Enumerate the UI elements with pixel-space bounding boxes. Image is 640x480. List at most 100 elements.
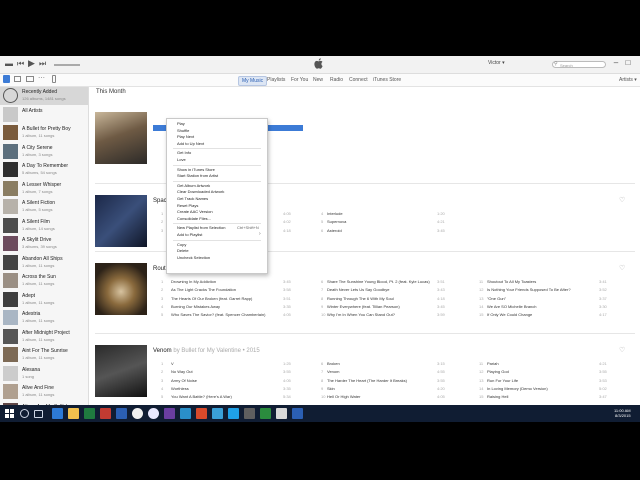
excel-icon[interactable]: [84, 408, 95, 419]
app-icon[interactable]: [164, 408, 175, 419]
volume-slider[interactable]: [54, 64, 80, 66]
menu-item-start-station[interactable]: Start Station from Artist: [177, 173, 218, 178]
album-art[interactable]: [95, 112, 147, 164]
sidebar-artist-item[interactable]: All Artists: [0, 106, 88, 124]
sidebar-item-recently-added[interactable]: Recently Added 126 albums, 1481 songs: [0, 87, 88, 105]
menu-item-play[interactable]: Play: [177, 121, 185, 126]
movies-icon[interactable]: [14, 76, 21, 82]
album-art[interactable]: [95, 263, 147, 315]
sidebar-artist-item[interactable]: Aint For The Sunrise 1 album, 11 songs: [0, 346, 88, 364]
track-row[interactable]: No Way Out: [171, 369, 193, 374]
track-row[interactable]: Run For Your Life: [487, 378, 518, 383]
windows-start-icon[interactable]: [5, 409, 14, 418]
track-row[interactable]: We Are SO Michelle Branch: [487, 304, 537, 309]
menu-item-show-in-itunes-store[interactable]: Show in iTunes Store: [177, 167, 215, 172]
menu-item-get-track-names[interactable]: Get Track Names: [177, 196, 208, 201]
track-row[interactable]: Why I'm In When You Can Stand Out?: [327, 312, 395, 317]
love-heart-icon[interactable]: ♡: [619, 196, 625, 204]
menu-item-create-aac-version[interactable]: Create AAC Version: [177, 209, 213, 214]
menu-item-consolidate-files[interactable]: Consolidate Files...: [177, 216, 211, 221]
track-row[interactable]: Hell Or High Water: [327, 394, 360, 399]
sidebar-artist-item[interactable]: A Silent Film 1 album, 14 songs: [0, 217, 88, 235]
menu-item-add-to-up-next[interactable]: Add to Up Next: [177, 141, 204, 146]
sidebar-artist-item[interactable]: A Silent Fiction 1 album, 5 songs: [0, 198, 88, 216]
menu-item-new-playlist-from-selection[interactable]: New Playlist from Selection: [177, 225, 225, 230]
app-icon[interactable]: [212, 408, 223, 419]
tab-radio[interactable]: Radio: [327, 76, 346, 84]
minimize-button[interactable]: –: [610, 58, 622, 67]
chrome-icon[interactable]: [132, 408, 143, 419]
tab-connect[interactable]: Connect: [346, 76, 371, 84]
menu-item-reset-plays[interactable]: Reset Plays: [177, 203, 198, 208]
track-row[interactable]: Raising Hell: [487, 394, 508, 399]
track-row[interactable]: Who Saves The Savior? (feat. Spencer Cha…: [171, 312, 265, 317]
track-row[interactable]: Burning Our Mistakes Away: [171, 304, 220, 309]
track-row[interactable]: Pariah: [487, 361, 499, 366]
menu-item-love[interactable]: Love: [177, 157, 186, 162]
track-row[interactable]: Death Never Lets Us Say Goodbye: [327, 287, 389, 292]
app-icon[interactable]: [292, 408, 303, 419]
love-heart-icon[interactable]: ♡: [619, 264, 625, 272]
menu-item-clear-downloaded-artwork[interactable]: Clear Downloaded Artwork: [177, 189, 224, 194]
track-row[interactable]: Venom: [327, 369, 339, 374]
app-icon[interactable]: [196, 408, 207, 419]
sidebar-artist-item[interactable]: A City Serene 1 album, 3 songs: [0, 143, 88, 161]
menu-item-delete[interactable]: Delete: [177, 248, 189, 253]
sidebar-artist-item[interactable]: Adestria 1 album, 11 songs: [0, 309, 88, 327]
track-row[interactable]: Army Of Noise: [171, 378, 197, 383]
track-row[interactable]: Running Through The 6 With My Soul: [327, 296, 394, 301]
task-view-icon[interactable]: [34, 410, 43, 418]
sidebar-artist-item[interactable]: Alesana 1 song: [0, 365, 88, 383]
previous-icon[interactable]: ⏮: [17, 59, 24, 69]
track-row[interactable]: Share The Sunshine Young Blood, Pt. 2 (f…: [327, 279, 430, 284]
track-row[interactable]: Worthless: [171, 386, 189, 391]
menu-item-uncheck-selection[interactable]: Uncheck Selection: [177, 255, 210, 260]
tab-my-music[interactable]: My Music: [238, 76, 268, 86]
track-row[interactable]: The Harder The Heart (The Harder It Brea…: [327, 378, 407, 383]
track-row[interactable]: V: [171, 361, 174, 366]
search-icon[interactable]: [20, 409, 29, 418]
track-row[interactable]: Drowning In My Addiction: [171, 279, 216, 284]
track-row[interactable]: Is Nothing Your Friends Supposed To Be A…: [487, 287, 571, 292]
menu-item-shuffle[interactable]: Shuffle: [177, 128, 189, 133]
more-icon[interactable]: ⋯: [38, 74, 45, 82]
maximize-button[interactable]: □: [622, 58, 634, 67]
edge-icon[interactable]: [52, 408, 63, 419]
sidebar-artist-item[interactable]: Adept 1 album, 11 songs: [0, 291, 88, 309]
track-row[interactable]: Winter Everywhere (feat. Tillian Pearson…: [327, 304, 400, 309]
tv-icon[interactable]: [26, 76, 34, 82]
sidebar-artist-item[interactable]: A Skylit Drive 3 albums, 39 songs: [0, 235, 88, 253]
tab-itunes-store[interactable]: iTunes Store: [370, 76, 404, 84]
itunes-icon[interactable]: [148, 408, 159, 419]
album-art[interactable]: [95, 195, 147, 247]
album-name[interactable]: Rout: [153, 266, 166, 272]
sidebar-artist-item[interactable]: Alive And Fine 1 album, 11 songs: [0, 383, 88, 401]
system-clock[interactable]: 11:00 AM 8/3/2015: [614, 408, 631, 418]
app-icon[interactable]: [276, 408, 287, 419]
app-icon[interactable]: [100, 408, 111, 419]
view-selector[interactable]: Artists ▾: [616, 76, 640, 84]
file-explorer-icon[interactable]: [68, 408, 79, 419]
app-icon[interactable]: [244, 408, 255, 419]
love-heart-icon[interactable]: ♡: [619, 346, 625, 354]
track-row[interactable]: As The Light Cracks The Foundation: [171, 287, 236, 292]
track-row[interactable]: Interlude: [327, 211, 343, 216]
menu-item-get-info[interactable]: Get Info: [177, 150, 191, 155]
menu-item-add-to-playlist[interactable]: Add to Playlist: [177, 232, 202, 237]
track-row[interactable]: Broken: [327, 361, 340, 366]
sidebar-artist-item[interactable]: A Bullet for Pretty Boy 1 album, 11 songs: [0, 124, 88, 142]
track-row[interactable]: You Want A Battle? (Here's A War): [171, 394, 232, 399]
track-row[interactable]: Playing God: [487, 369, 509, 374]
account-menu[interactable]: Victor ▾: [488, 60, 505, 66]
menu-item-get-album-artwork[interactable]: Get Album Artwork: [177, 183, 210, 188]
menu-item-copy[interactable]: Copy: [177, 242, 186, 247]
sidebar-artist-item[interactable]: After Midnight Project 1 album, 11 songs: [0, 328, 88, 346]
menu-item-play-next[interactable]: Play Next: [177, 134, 194, 139]
app-icon[interactable]: [228, 408, 239, 419]
track-row[interactable]: The Hearts Of Our Broken (feat. Garret R…: [171, 296, 252, 301]
track-row[interactable]: Supernova: [327, 219, 346, 224]
tab-for-you[interactable]: For You: [288, 76, 311, 84]
track-row[interactable]: If Only We Could Change: [487, 312, 532, 317]
music-note-icon[interactable]: [3, 75, 10, 83]
sidebar-artist-item[interactable]: A Lesser Whisper 1 album, 7 songs: [0, 180, 88, 198]
